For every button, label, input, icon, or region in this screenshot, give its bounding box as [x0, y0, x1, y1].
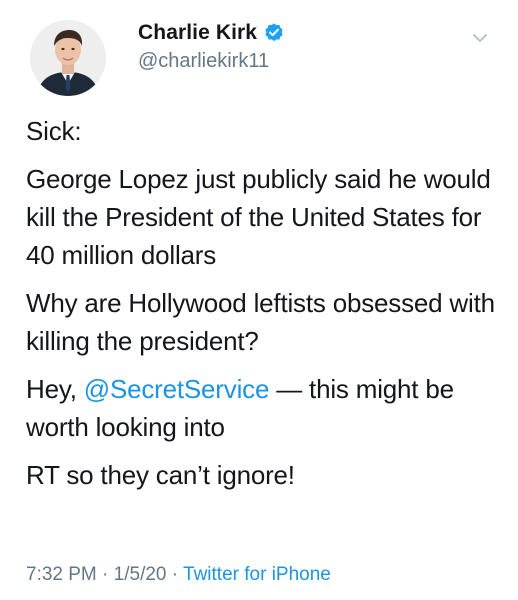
- meta-separator: ·: [96, 564, 114, 585]
- tweet-paragraph: Sick:: [26, 116, 82, 146]
- verified-badge-icon: [263, 22, 285, 44]
- tweet-paragraph: Hey, @SecretService — this might be wort…: [26, 370, 496, 446]
- tweet-paragraph: George Lopez just publicly said he would…: [26, 164, 491, 270]
- chevron-down-icon[interactable]: [470, 28, 490, 48]
- user-info: Charlie Kirk @charliekirk11: [138, 20, 285, 73]
- tweet-time[interactable]: 7:32 PM: [26, 564, 97, 585]
- avatar-photo: [30, 20, 106, 96]
- display-name-row: Charlie Kirk: [138, 20, 285, 46]
- mention-link[interactable]: @SecretService: [84, 374, 270, 404]
- tweet-source-link[interactable]: Twitter for iPhone: [183, 564, 331, 585]
- tweet-header: Charlie Kirk @charliekirk11: [26, 14, 492, 96]
- paragraph-prefix: Hey,: [26, 374, 84, 404]
- user-handle[interactable]: @charliekirk11: [138, 50, 285, 73]
- tweet-paragraph: Why are Hollywood leftists obsessed with…: [26, 288, 495, 356]
- tweet-date[interactable]: 1/5/20: [114, 564, 167, 585]
- display-name[interactable]: Charlie Kirk: [138, 21, 257, 45]
- tweet-paragraph: RT so they can’t ignore!: [26, 460, 295, 490]
- meta-separator: ·: [166, 564, 184, 585]
- tweet-meta: 7:32 PM · 1/5/20 · Twitter for iPhone: [26, 564, 331, 586]
- tweet-text: Sick: George Lopez just publicly said he…: [26, 112, 496, 494]
- avatar[interactable]: [30, 20, 106, 96]
